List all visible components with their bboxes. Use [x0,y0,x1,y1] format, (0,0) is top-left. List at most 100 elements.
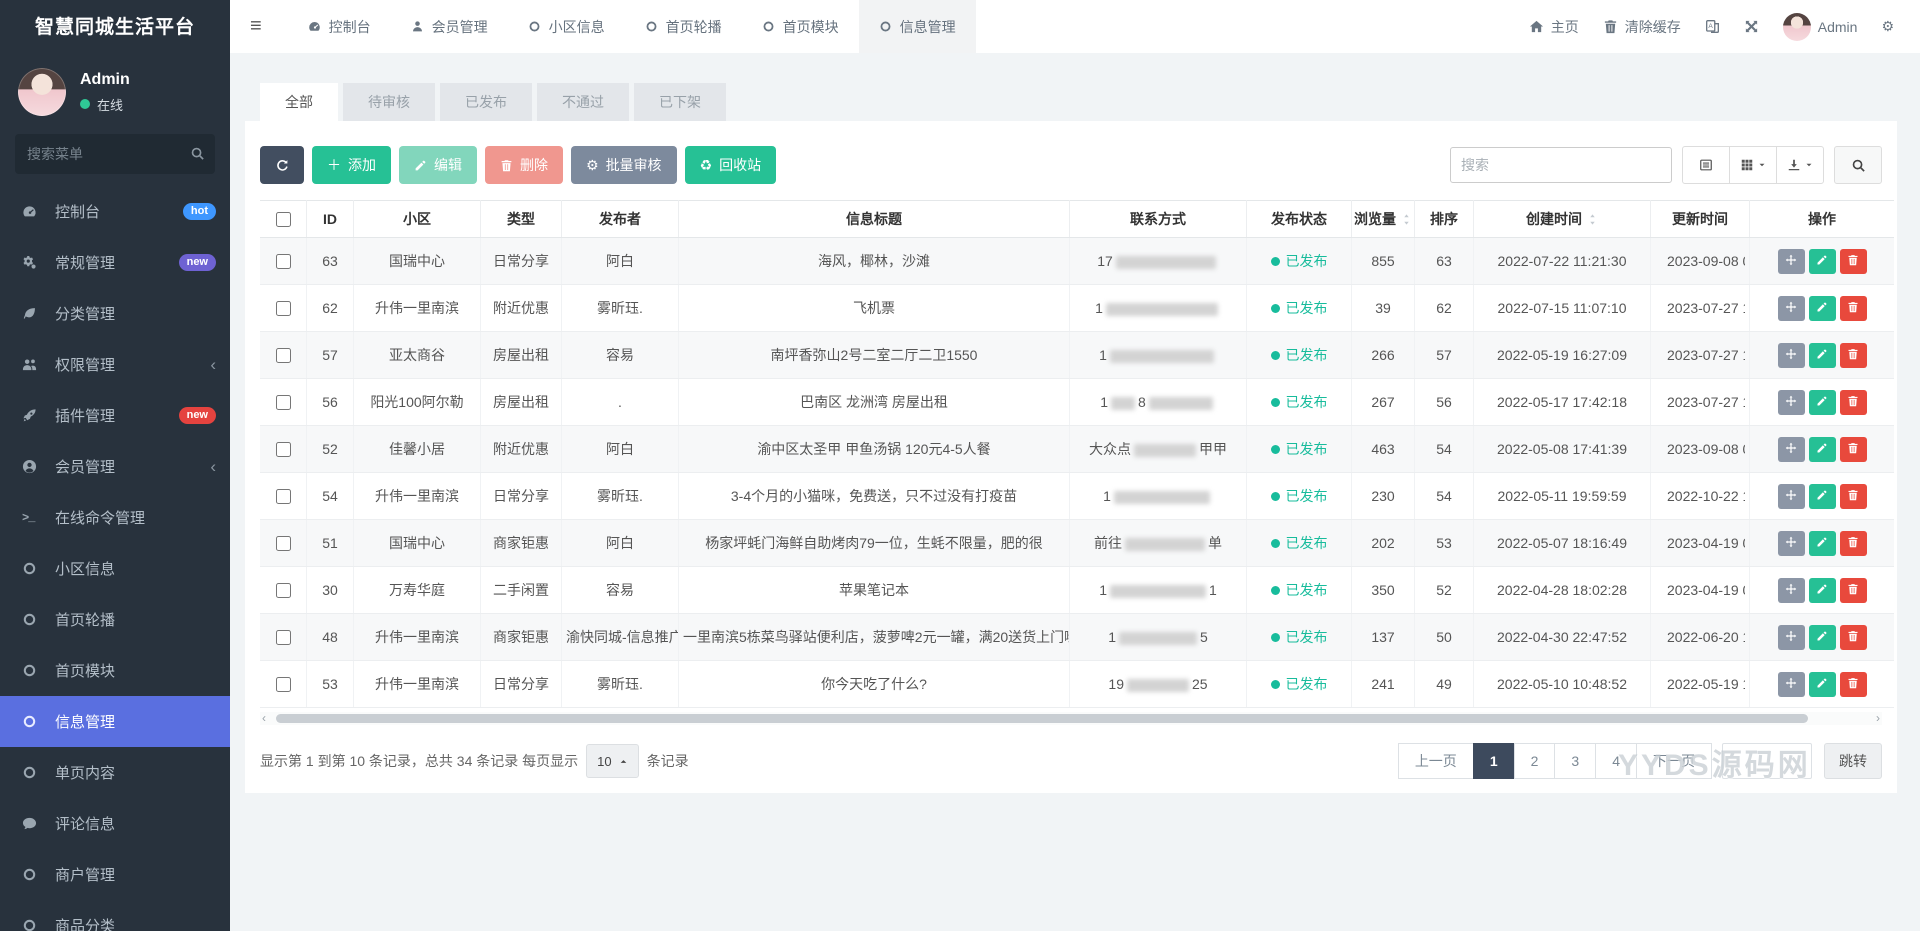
refresh-button[interactable] [260,146,304,184]
select-all-checkbox[interactable] [276,211,291,227]
topbar-user[interactable]: Admin [1782,12,1857,41]
row-delete-button[interactable] [1839,436,1867,462]
row-edit-button[interactable] [1808,671,1836,697]
row-move-button[interactable] [1777,483,1805,509]
add-button[interactable]: ＋添加 [312,146,391,184]
home-link[interactable]: 主页 [1529,17,1579,37]
table-search-input[interactable] [1450,147,1672,183]
edit-button[interactable]: 编辑 [399,146,477,184]
col-header-check[interactable] [260,200,307,238]
row-checkbox[interactable] [276,629,291,645]
advanced-search-button[interactable] [1834,146,1882,184]
pagination-page-4[interactable]: 4 [1595,743,1637,779]
menu-toggle-icon[interactable]: ≡ [230,0,282,53]
row-move-button[interactable] [1777,342,1805,368]
row-move-button[interactable] [1777,436,1805,462]
pagination-next-button[interactable]: 下一页 [1636,743,1712,779]
columns-button[interactable] [1729,146,1777,184]
pagination-page-2[interactable]: 2 [1513,743,1556,779]
row-edit-button[interactable] [1808,530,1836,556]
fullscreen-button[interactable] [1744,19,1759,34]
row-delete-button[interactable] [1839,389,1867,415]
row-move-button[interactable] [1777,577,1805,603]
filter-tab-rejected[interactable]: 不通过 [537,83,629,121]
tab-community-info[interactable]: 小区信息 [508,0,625,53]
sidebar-item-single-page[interactable]: 单页内容 [0,747,230,798]
row-checkbox[interactable] [276,253,291,269]
scrollbar-thumb[interactable] [276,714,1808,723]
row-delete-button[interactable] [1839,577,1867,603]
filter-tab-pending[interactable]: 待审核 [343,83,435,121]
row-edit-button[interactable] [1808,624,1836,650]
row-move-button[interactable] [1777,530,1805,556]
tab-member[interactable]: 会员管理 [391,0,508,53]
sidebar-item-console[interactable]: 控制台 hot [0,186,230,237]
row-edit-button[interactable] [1808,342,1836,368]
sidebar-item-merchant[interactable]: 商户管理 [0,849,230,900]
page-jump-button[interactable]: 跳转 [1824,743,1882,779]
row-edit-button[interactable] [1808,389,1836,415]
batch-audit-button[interactable]: ⚙ 批量审核 [571,146,677,184]
scroll-right-arrow[interactable]: › [1876,711,1880,725]
filter-tab-all[interactable]: 全部 [260,83,338,121]
pagination-prev-button[interactable]: 上一页 [1397,743,1474,779]
tab-console[interactable]: 控制台 [288,0,391,53]
detail-view-button[interactable] [1682,146,1730,184]
sidebar-item-goods-category[interactable]: 商品分类 [0,900,230,931]
row-move-button[interactable] [1777,624,1805,650]
row-edit-button[interactable] [1808,436,1836,462]
tab-info-manage[interactable]: 信息管理 [858,0,976,53]
menu-search-input[interactable] [15,134,215,174]
avatar[interactable] [18,68,66,116]
row-checkbox[interactable] [276,441,291,457]
col-header-created[interactable]: 创建时间 [1473,200,1651,238]
page-jump-input[interactable] [1722,743,1812,779]
row-delete-button[interactable] [1839,530,1867,556]
row-checkbox[interactable] [276,347,291,363]
row-move-button[interactable] [1777,295,1805,321]
row-edit-button[interactable] [1808,295,1836,321]
sidebar-item-addon[interactable]: 插件管理 new [0,390,230,441]
sidebar-item-comment-info[interactable]: 评论信息 [0,798,230,849]
delete-button[interactable]: 删除 [485,146,563,184]
row-delete-button[interactable] [1839,671,1867,697]
pagination-page-3[interactable]: 3 [1554,743,1597,779]
row-delete-button[interactable] [1839,624,1867,650]
row-move-button[interactable] [1777,389,1805,415]
row-edit-button[interactable] [1808,577,1836,603]
sidebar-item-home-module[interactable]: 首页模块 [0,645,230,696]
sidebar-item-member[interactable]: 会员管理 ‹ [0,441,230,492]
export-button[interactable] [1776,146,1824,184]
row-checkbox[interactable] [276,300,291,316]
filter-tab-offline[interactable]: 已下架 [634,83,726,121]
col-header-views[interactable]: 浏览量 [1351,200,1415,238]
row-move-button[interactable] [1777,671,1805,697]
row-delete-button[interactable] [1839,295,1867,321]
sidebar-item-category[interactable]: 分类管理 [0,288,230,339]
row-checkbox[interactable] [276,582,291,598]
row-checkbox[interactable] [276,676,291,692]
language-button[interactable]: A [1705,19,1720,34]
tab-home-carousel[interactable]: 首页轮播 [625,0,742,53]
filter-tab-published[interactable]: 已发布 [440,83,532,121]
page-size-select[interactable]: 10 [586,744,639,778]
tab-home-module[interactable]: 首页模块 [742,0,859,53]
row-edit-button[interactable] [1808,483,1836,509]
horizontal-scrollbar[interactable]: ‹ › [260,711,1882,725]
sidebar-item-info-manage[interactable]: 信息管理 [0,696,230,747]
row-delete-button[interactable] [1839,483,1867,509]
row-edit-button[interactable] [1808,248,1836,274]
scroll-left-arrow[interactable]: ‹ [262,711,266,725]
recycle-bin-button[interactable]: ♻ 回收站 [684,146,777,184]
row-checkbox[interactable] [276,488,291,504]
sidebar-item-community-info[interactable]: 小区信息 [0,543,230,594]
row-move-button[interactable] [1777,248,1805,274]
settings-button[interactable]: ⚙ [1881,18,1894,35]
row-checkbox[interactable] [276,394,291,410]
row-checkbox[interactable] [276,535,291,551]
sidebar-item-home-carousel[interactable]: 首页轮播 [0,594,230,645]
sidebar-item-online-command[interactable]: >_ 在线命令管理 [0,492,230,543]
sidebar-item-general[interactable]: 常规管理 new [0,237,230,288]
clear-cache-button[interactable]: 清除缓存 [1603,17,1681,37]
row-delete-button[interactable] [1839,248,1867,274]
